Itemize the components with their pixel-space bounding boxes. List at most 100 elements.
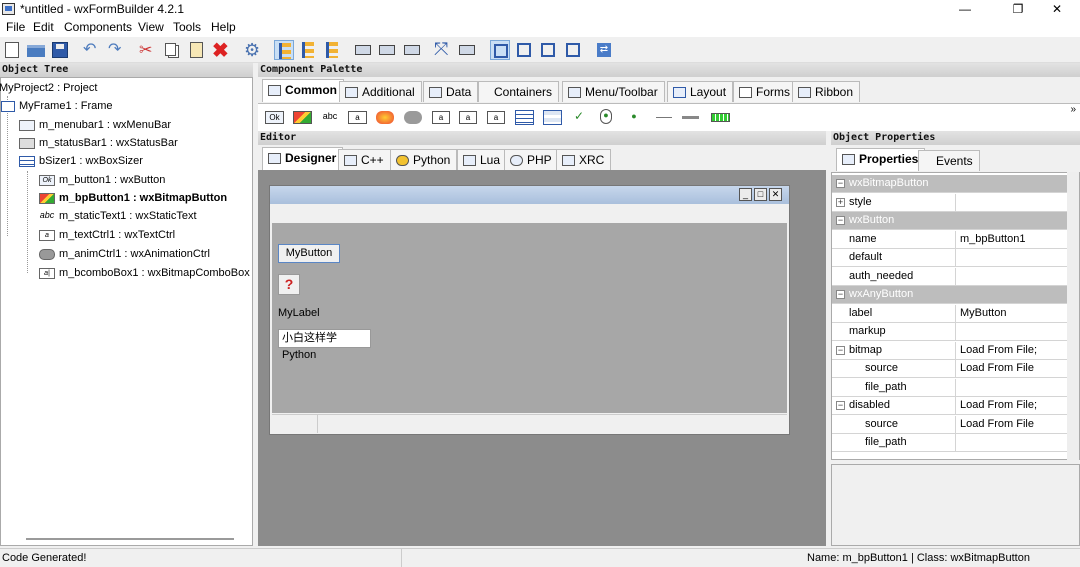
collapse-category-icon[interactable]: − bbox=[836, 216, 845, 225]
tab-properties[interactable]: Properties bbox=[836, 148, 926, 171]
swap-icon[interactable]: ⇄ bbox=[594, 40, 614, 60]
collapse-category-icon[interactable]: − bbox=[836, 179, 845, 188]
tab-cpp[interactable]: C++ bbox=[338, 149, 391, 170]
tree-item-statictext[interactable]: abc m_staticText1 : wxStaticText bbox=[39, 208, 197, 225]
property-value[interactable]: Load From File bbox=[960, 360, 1068, 377]
align-right-icon[interactable] bbox=[322, 40, 342, 60]
tree-item-boxsizer[interactable]: bSizer1 : wxBoxSizer bbox=[19, 153, 143, 170]
tab-lua[interactable]: Lua bbox=[457, 149, 508, 170]
tree-item-statusbar[interactable]: m_statusBar1 : wxStatusBar bbox=[19, 135, 178, 152]
menu-file[interactable]: File bbox=[6, 20, 25, 34]
property-row[interactable]: source Load From File bbox=[832, 415, 1068, 434]
slider-icon[interactable] bbox=[682, 116, 699, 119]
preview-textctrl[interactable]: 小白这样学Python bbox=[278, 329, 371, 361]
tab-xrc[interactable]: XRC bbox=[556, 149, 612, 170]
align-center-icon[interactable] bbox=[298, 40, 318, 60]
property-category[interactable]: − wxAnyButton bbox=[832, 286, 1068, 304]
tab-php[interactable]: PHP bbox=[504, 149, 559, 170]
property-row[interactable]: auth_needed bbox=[832, 267, 1068, 286]
tab-ribbon[interactable]: Ribbon bbox=[792, 81, 861, 102]
property-row[interactable]: source Load From File bbox=[832, 360, 1068, 378]
tab-python[interactable]: Python bbox=[390, 149, 458, 170]
tree-item-menubar[interactable]: m_menubar1 : wxMenuBar bbox=[19, 117, 171, 134]
statictext-icon[interactable]: abc bbox=[322, 111, 338, 124]
animctrl-icon[interactable] bbox=[404, 111, 422, 124]
combobox-icon[interactable]: a bbox=[432, 111, 450, 124]
save-icon[interactable] bbox=[50, 40, 70, 60]
open-icon[interactable] bbox=[26, 40, 46, 60]
menu-components[interactable]: Components bbox=[64, 20, 132, 34]
property-value[interactable]: Load From File bbox=[960, 416, 1068, 433]
preview-bitmap-button[interactable]: ? bbox=[278, 274, 300, 295]
tab-data[interactable]: Data bbox=[423, 81, 479, 102]
tab-additional[interactable]: Additional bbox=[339, 81, 422, 102]
property-row[interactable]: file_path bbox=[832, 434, 1068, 452]
border-top-icon[interactable] bbox=[538, 40, 558, 60]
cut-icon[interactable]: ✂ bbox=[137, 40, 157, 60]
undo-icon[interactable]: ↶ bbox=[81, 40, 101, 60]
property-value[interactable]: m_bpButton1 bbox=[960, 231, 1068, 248]
bitmapbutton-icon[interactable] bbox=[293, 111, 312, 124]
property-category[interactable]: − wxBitmapButton bbox=[832, 175, 1068, 193]
menu-edit[interactable]: Edit bbox=[33, 20, 54, 34]
button-icon[interactable]: Ok bbox=[265, 111, 284, 124]
tree-item-bitmapbutton[interactable]: m_bpButton1 : wxBitmapButton bbox=[39, 190, 227, 207]
property-row[interactable]: file_path bbox=[832, 378, 1068, 397]
property-row[interactable]: default bbox=[832, 249, 1068, 267]
property-row[interactable]: label MyButton bbox=[832, 304, 1068, 323]
border-left-icon[interactable] bbox=[490, 40, 510, 60]
preview-label[interactable]: MyLabel bbox=[278, 307, 320, 319]
property-row[interactable]: markup bbox=[832, 323, 1068, 341]
stretch-icon[interactable] bbox=[457, 40, 477, 60]
align-left-icon[interactable] bbox=[274, 40, 294, 60]
new-icon[interactable] bbox=[2, 40, 22, 60]
property-row[interactable]: − disabled Load From File; bbox=[832, 397, 1068, 415]
tab-layout[interactable]: Layout bbox=[667, 81, 734, 102]
gauge-icon[interactable] bbox=[711, 113, 730, 122]
checkbox-icon[interactable]: ✓ bbox=[573, 110, 585, 124]
textctrl-icon[interactable]: a bbox=[348, 111, 367, 124]
listctrl-icon[interactable] bbox=[543, 110, 562, 125]
property-value[interactable]: Load From File; bbox=[960, 342, 1068, 359]
minimize-button[interactable]: — bbox=[942, 0, 988, 19]
border-bottom-icon[interactable] bbox=[563, 40, 583, 60]
align-top-icon[interactable] bbox=[353, 40, 373, 60]
align-bottom-icon[interactable] bbox=[402, 40, 422, 60]
tab-menu-toolbar[interactable]: Menu/Toolbar bbox=[562, 81, 665, 102]
property-row[interactable]: − bitmap Load From File; bbox=[832, 341, 1068, 360]
expand-toggle-icon[interactable]: − bbox=[836, 345, 845, 355]
property-value[interactable]: Load From File; bbox=[960, 397, 1068, 414]
preview-button[interactable]: MyButton bbox=[278, 244, 340, 263]
bitmapcombobox-icon[interactable]: a bbox=[459, 111, 477, 124]
menu-view[interactable]: View bbox=[138, 20, 164, 34]
tree-item-animctrl[interactable]: m_animCtrl1 : wxAnimationCtrl bbox=[39, 246, 210, 263]
tree-scrollbar[interactable] bbox=[26, 538, 234, 540]
listbox-icon[interactable] bbox=[515, 110, 534, 125]
property-value[interactable]: MyButton bbox=[960, 305, 1068, 322]
align-middle-icon[interactable] bbox=[377, 40, 397, 60]
tree-item-bitmapcombobox[interactable]: a| m_bcomboBox1 : wxBitmapComboBox bbox=[39, 265, 250, 282]
palette-more-icon[interactable]: » bbox=[1070, 104, 1076, 115]
property-row[interactable]: name m_bpButton1 bbox=[832, 230, 1068, 249]
tree-item-button[interactable]: Ok m_button1 : wxButton bbox=[39, 172, 165, 189]
radiobutton-icon[interactable]: ● bbox=[628, 111, 640, 124]
staticline-icon[interactable] bbox=[656, 117, 672, 118]
property-category[interactable]: − wxButton bbox=[832, 212, 1068, 230]
staticbitmap-icon[interactable] bbox=[376, 111, 394, 124]
tree-item-frame[interactable]: MyFrame1 : Frame bbox=[1, 98, 113, 115]
property-scrollbar[interactable] bbox=[1067, 172, 1079, 460]
delete-icon[interactable]: ✖ bbox=[211, 40, 231, 62]
menu-tools[interactable]: Tools bbox=[173, 20, 201, 34]
copy-icon[interactable] bbox=[162, 40, 182, 60]
expand-toggle-icon[interactable]: + bbox=[836, 197, 845, 207]
border-right-icon[interactable] bbox=[514, 40, 534, 60]
expand-toggle-icon[interactable]: − bbox=[836, 401, 845, 410]
tab-forms[interactable]: Forms bbox=[733, 81, 797, 102]
property-row[interactable]: + style bbox=[832, 193, 1068, 212]
tab-events[interactable]: Events bbox=[918, 150, 980, 171]
tree-item-project[interactable]: MyProject2 : Project bbox=[0, 80, 97, 97]
menu-help[interactable]: Help bbox=[211, 20, 236, 34]
tab-containers[interactable]: Containers bbox=[478, 81, 560, 102]
tab-common[interactable]: Common bbox=[262, 79, 344, 102]
radiobox-icon[interactable]: ● bbox=[600, 109, 612, 124]
